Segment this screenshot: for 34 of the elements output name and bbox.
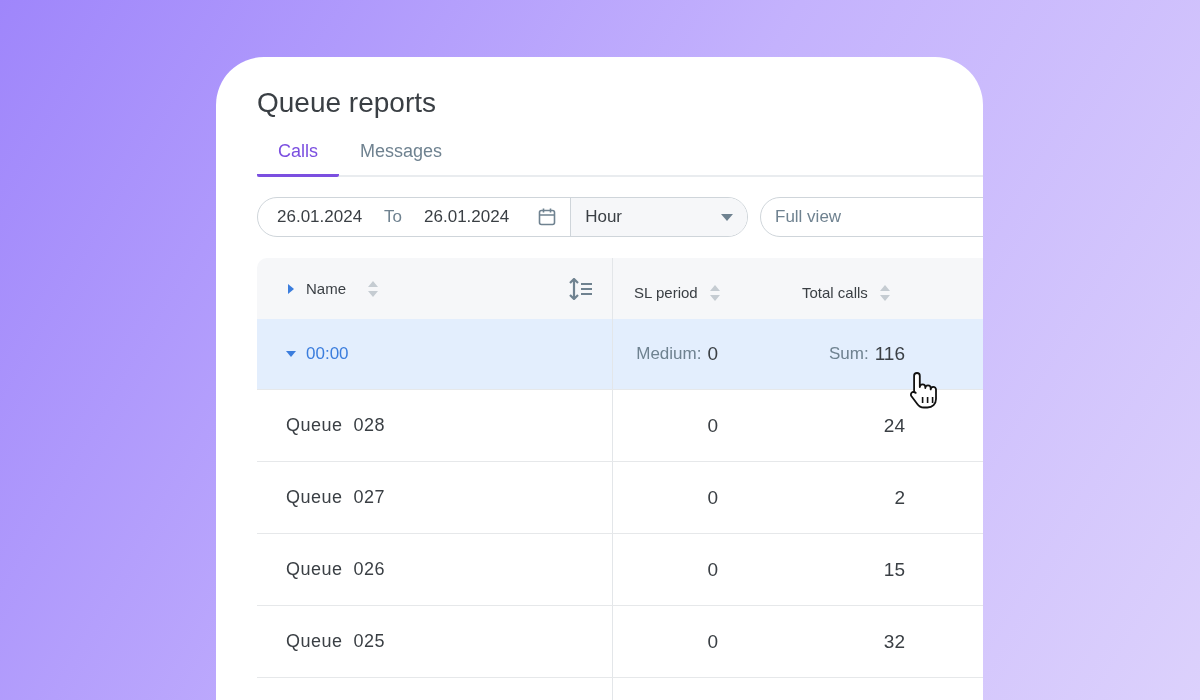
table-cell: 0 — [707, 558, 718, 581]
calendar-icon[interactable] — [537, 207, 558, 227]
group-row[interactable]: 00:00 Medium: 0 Sum: 116 — [257, 319, 983, 390]
tab[interactable]: Messages — [339, 135, 464, 177]
caret-down-icon[interactable] — [286, 349, 296, 359]
queue-name: Queue 026 — [286, 559, 386, 580]
summary-label: Sum: — [829, 344, 869, 364]
page-title: Queue reports — [257, 86, 437, 120]
caret-icon — [721, 213, 733, 221]
group-label: 00:00 — [306, 344, 349, 364]
table-cell: 32 — [883, 630, 905, 653]
table-cell: 0 — [707, 630, 718, 653]
date-to: 26.01.2024 — [424, 207, 510, 227]
row-height-icon[interactable] — [568, 277, 594, 300]
summary-value: 116 — [874, 343, 905, 365]
column-header[interactable]: Total calls — [802, 284, 868, 301]
column-header[interactable]: SL period — [634, 284, 698, 301]
tab[interactable]: Calls — [257, 135, 339, 177]
interval-dropdown[interactable]: Hour — [570, 198, 747, 236]
table-cell: 0 — [707, 414, 718, 437]
table-cell: 24 — [883, 414, 905, 437]
caret-right-icon[interactable] — [286, 283, 296, 294]
table-cell: 15 — [883, 558, 905, 581]
queue-name: Queue 025 — [286, 631, 386, 652]
summary-label: Medium: — [636, 344, 702, 364]
queue-name: Queue 028 — [286, 415, 386, 436]
table-cell: 0 — [707, 486, 718, 509]
to-label: To — [384, 207, 403, 227]
date-from: 26.01.2024 — [277, 207, 363, 227]
view-field[interactable]: Full view — [760, 197, 983, 237]
summary-value: 0 — [707, 343, 718, 365]
table-cell: 2 — [894, 486, 905, 509]
queue-name: Queue 027 — [286, 487, 386, 508]
column-header[interactable]: Name — [306, 280, 346, 297]
